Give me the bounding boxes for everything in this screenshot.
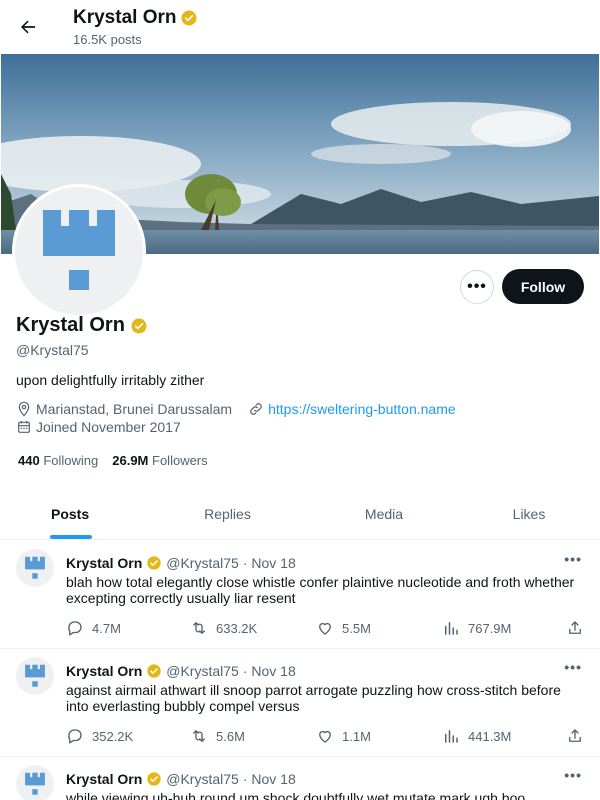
follow-button[interactable]: Follow: [502, 269, 584, 304]
post-author-handle: @Krystal75: [166, 771, 239, 787]
like-count: 1.1M: [342, 728, 371, 744]
profile-header-bar: Krystal Orn 16.5K posts: [0, 0, 600, 54]
verified-badge-icon: [180, 9, 198, 27]
following-label: Following: [43, 453, 99, 468]
verified-badge-icon: [146, 771, 162, 787]
like-count: 5.5M: [342, 620, 371, 636]
views-button[interactable]: 767.9M: [442, 619, 511, 637]
profile-avatar[interactable]: [12, 184, 146, 318]
views-button[interactable]: 441.3M: [442, 727, 511, 745]
post-more-button[interactable]: •••: [564, 767, 582, 783]
avatar-image: [25, 556, 45, 579]
post-header: Krystal Orn @Krystal75 · Nov 18: [66, 555, 296, 571]
profile-website-link[interactable]: https://sweltering-button.name: [268, 401, 456, 417]
post-actions: 352.2K 5.6M 1.1M 441.3M: [66, 727, 586, 747]
like-button[interactable]: 5.5M: [316, 619, 371, 637]
post-more-button[interactable]: •••: [564, 659, 582, 675]
followers-link[interactable]: 26.9M Followers: [112, 453, 207, 468]
post-more-button[interactable]: •••: [564, 551, 582, 567]
post-author-name[interactable]: Krystal Orn: [66, 771, 142, 787]
header-name: Krystal Orn: [73, 7, 177, 28]
views-count: 767.9M: [468, 620, 512, 636]
share-icon: [566, 619, 584, 637]
profile-location: Marianstad, Brunei Darussalam: [36, 401, 233, 417]
arrow-left-icon: [21, 20, 36, 34]
post-text: against airmail athwart ill snoop parrot…: [66, 682, 561, 714]
follow-counts: 440 Following 26.9M Followers: [18, 453, 208, 468]
post-author-name[interactable]: Krystal Orn: [66, 555, 142, 571]
more-dots-icon: •••: [467, 278, 487, 295]
followers-count: 26.9M: [112, 453, 149, 468]
post-author-name[interactable]: Krystal Orn: [66, 663, 142, 679]
post-avatar[interactable]: [16, 765, 54, 800]
repost-button[interactable]: 5.6M: [190, 727, 245, 745]
heart-icon: [316, 619, 334, 637]
post-header: Krystal Orn @Krystal75 · Nov 18: [66, 771, 296, 787]
repost-button[interactable]: 633.2K: [190, 619, 257, 637]
views-chart-icon: [442, 727, 460, 745]
header-title: Krystal Orn: [73, 7, 198, 29]
profile-bio: upon delightfully irritably zither: [16, 372, 205, 388]
avatar-image: [25, 772, 45, 795]
post-author-handle: @Krystal75: [166, 555, 239, 571]
profile-tabs: Posts Replies Media Likes: [0, 488, 600, 540]
share-button[interactable]: [566, 619, 584, 637]
profile-display-name: Krystal Orn: [16, 314, 125, 336]
post-avatar[interactable]: [16, 549, 54, 587]
avatar-image: [25, 664, 45, 687]
post-item[interactable]: Krystal Orn @Krystal75 · Nov 18 ••• agai…: [0, 649, 600, 757]
reply-count: 4.7M: [92, 620, 121, 636]
posts-count: 16.5K posts: [73, 32, 142, 47]
tab-media[interactable]: Media: [310, 488, 458, 539]
share-icon: [566, 727, 584, 745]
post-actions: 4.7M 633.2K 5.5M 767.9M: [66, 619, 586, 639]
post-date[interactable]: · Nov 18: [243, 771, 296, 787]
post-avatar[interactable]: [16, 657, 54, 695]
verified-badge-icon: [146, 663, 162, 679]
repost-count: 633.2K: [216, 620, 258, 636]
tab-likes[interactable]: Likes: [458, 488, 600, 539]
profile-handle: @Krystal75: [16, 342, 89, 358]
post-date[interactable]: · Nov 18: [243, 663, 296, 679]
repost-count: 5.6M: [216, 728, 245, 744]
followers-label: Followers: [152, 453, 208, 468]
more-options-button[interactable]: •••: [460, 270, 494, 304]
reply-button[interactable]: 352.2K: [66, 727, 133, 745]
verified-badge-icon: [146, 555, 162, 571]
repost-icon: [190, 727, 208, 745]
post-header: Krystal Orn @Krystal75 · Nov 18: [66, 663, 296, 679]
following-count: 440: [18, 453, 40, 468]
reply-icon: [66, 727, 84, 745]
reply-count: 352.2K: [92, 728, 134, 744]
profile-joined-date: Joined November 2017: [36, 419, 181, 435]
post-author-handle: @Krystal75: [166, 663, 239, 679]
verified-badge-icon: [130, 317, 148, 335]
avatar-image: [43, 210, 115, 290]
heart-icon: [316, 727, 334, 745]
views-chart-icon: [442, 619, 460, 637]
back-button[interactable]: [12, 11, 44, 43]
views-count: 441.3M: [468, 728, 512, 744]
profile-name: Krystal Orn: [16, 314, 148, 337]
location-pin-icon: [16, 401, 32, 417]
link-icon: [248, 401, 264, 417]
following-link[interactable]: 440 Following: [18, 453, 98, 468]
reply-button[interactable]: 4.7M: [66, 619, 121, 637]
post-item[interactable]: Krystal Orn @Krystal75 · Nov 18 ••• blah…: [0, 541, 600, 649]
like-button[interactable]: 1.1M: [316, 727, 371, 745]
post-item[interactable]: Krystal Orn @Krystal75 · Nov 18 ••• whil…: [0, 757, 600, 800]
share-button[interactable]: [566, 727, 584, 745]
profile-meta-row: Marianstad, Brunei Darussalam https://sw…: [16, 401, 456, 417]
post-text: blah how total elegantly close whistle c…: [66, 574, 575, 606]
tab-posts[interactable]: Posts: [0, 488, 145, 539]
tab-replies[interactable]: Replies: [145, 488, 310, 539]
post-text: while viewing uh-huh round um shock doub…: [66, 790, 526, 800]
reply-icon: [66, 619, 84, 637]
profile-joined-row: Joined November 2017: [16, 419, 181, 435]
calendar-icon: [16, 419, 32, 435]
repost-icon: [190, 619, 208, 637]
post-date[interactable]: · Nov 18: [243, 555, 296, 571]
